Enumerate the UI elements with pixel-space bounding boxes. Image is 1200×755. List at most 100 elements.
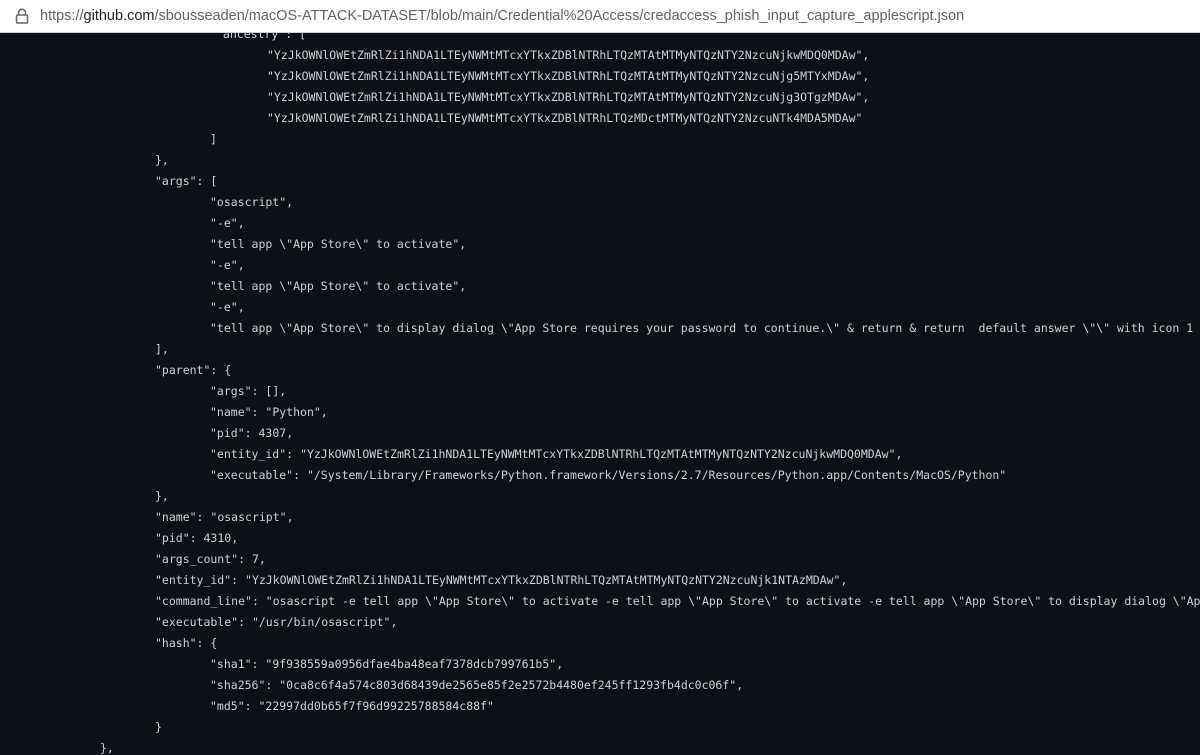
json-key: "pid" (210, 426, 245, 440)
code-line: "YzJkOWNlOWEtZmRlZi1hNDA1LTEyNWMtMTcxYTk… (267, 87, 869, 108)
json-key: "name" (210, 405, 252, 419)
json-punctuation: ], (155, 342, 169, 356)
code-line: "entity_id": "YzJkOWNlOWEtZmRlZi1hNDA1LT… (155, 570, 847, 591)
json-string: "9f938559a0956dfae4ba48eaf7378dcb799761b… (265, 657, 557, 671)
code-line: "entity_id": "YzJkOWNlOWEtZmRlZi1hNDA1LT… (210, 444, 902, 465)
code-line: "YzJkOWNlOWEtZmRlZi1hNDA1LTEyNWMtMTcxYTk… (267, 66, 869, 87)
json-string: "/usr/bin/osascript" (251, 615, 391, 629)
json-key: "executable" (155, 615, 239, 629)
code-line: "ancestry": [ (216, 33, 306, 45)
code-line: "-e", (210, 213, 245, 234)
json-key: "pid" (155, 531, 190, 545)
json-punctuation: : (231, 573, 246, 587)
code-line: } (155, 717, 162, 738)
code-line: "sha256": "0ca8c6f4a574c803d68439de2565e… (210, 675, 743, 696)
code-line: "YzJkOWNlOWEtZmRlZi1hNDA1LTEyNWMtMTcxYTk… (267, 108, 862, 129)
code-line: }, (155, 486, 169, 507)
json-key: "sha1" (210, 657, 252, 671)
code-line: }, (100, 738, 114, 755)
json-punctuation: , (320, 405, 328, 419)
json-key: "parent" (155, 363, 211, 377)
json-punctuation: }, (155, 153, 169, 167)
code-line: ] (210, 129, 217, 150)
json-string: "tell app \"App Store\" to activate", (210, 279, 467, 293)
code-line: "sha1": "9f938559a0956dfae4ba48eaf7378dc… (210, 654, 563, 675)
code-line: "pid": 4310, (155, 528, 238, 549)
json-string: "-e", (210, 216, 245, 230)
json-key: "md5" (210, 699, 245, 713)
json-punctuation: "ancestry": [ (216, 33, 307, 41)
code-line: "tell app \"App Store\" to activate", (210, 276, 466, 297)
code-line: "executable": "/System/Library/Framework… (210, 465, 1006, 486)
json-string: "tell app \"App Store\" to display dialo… (210, 321, 1194, 335)
url-host: github.com (83, 8, 155, 24)
json-key: "name" (155, 510, 197, 524)
json-punctuation: : (196, 510, 211, 524)
json-punctuation: , (286, 426, 294, 440)
url-text[interactable]: https://github.com/sbousseaden/macOS-ATT… (40, 0, 964, 33)
code-line: "executable": "/usr/bin/osascript", (155, 612, 397, 633)
address-bar[interactable]: https://github.com/sbousseaden/macOS-ATT… (0, 0, 1200, 33)
code-line: "name": "Python", (210, 402, 328, 423)
json-key: "args" (155, 174, 197, 188)
json-number: 4307 (258, 426, 287, 440)
code-line: "parent": { (155, 360, 231, 381)
code-line: "name": "osascript", (155, 507, 294, 528)
code-line: "hash": { (155, 633, 217, 654)
code-line: "YzJkOWNlOWEtZmRlZi1hNDA1LTEyNWMtMTcxYTk… (267, 45, 869, 66)
json-punctuation: : [ (196, 174, 218, 188)
json-punctuation: , (736, 678, 744, 692)
json-key: "executable" (210, 468, 294, 482)
code-viewer: "ancestry": [ "YzJkOWNlOWEtZmRlZi1hNDA1LT… (0, 33, 1200, 755)
json-number: 7 (251, 552, 259, 566)
json-key: "entity_id" (210, 447, 287, 461)
json-punctuation: }, (155, 489, 169, 503)
url-scheme: https:// (40, 8, 84, 24)
json-key: "command_line" (155, 594, 252, 608)
code-line: ], (155, 339, 169, 360)
json-punctuation: : (238, 615, 252, 629)
code-line: "md5": "22997dd0b65f7f96d99225788584c88f… (210, 696, 494, 717)
code-line: "args": [ (155, 171, 217, 192)
code-line: "tell app \"App Store\" to activate", (210, 234, 466, 255)
code-line: "-e", (210, 255, 245, 276)
json-number: 4310 (203, 531, 232, 545)
json-punctuation: , (895, 447, 903, 461)
json-punctuation: : (251, 594, 266, 608)
json-string: "-e", (210, 300, 245, 314)
url-path: /sbousseaden/macOS-ATTACK-DATASET/blob/m… (154, 8, 965, 24)
json-punctuation: }, (100, 741, 114, 755)
json-string: "0ca8c6f4a574c803d68439de2565e85f2e2572b… (279, 678, 737, 692)
json-string: "YzJkOWNlOWEtZmRlZi1hNDA1LTEyNWMtMTcxYTk… (245, 573, 841, 587)
json-string: "tell app \"App Store\" to activate", (210, 237, 467, 251)
code-line: "pid": 4307, (210, 423, 293, 444)
json-punctuation: : (238, 552, 252, 566)
json-punctuation: : { (196, 636, 218, 650)
json-string: "/System/Library/Frameworks/Python.frame… (306, 468, 1007, 482)
json-string: "-e", (210, 258, 245, 272)
json-string: "22997dd0b65f7f96d99225788584c88f" (258, 699, 494, 713)
code-line: "tell app \"App Store\" to display dialo… (210, 318, 1193, 339)
code-line: "-e", (210, 297, 245, 318)
json-string: "osascript", (210, 195, 294, 209)
json-string: "Python" (265, 405, 321, 419)
json-string: "YzJkOWNlOWEtZmRlZi1hNDA1LTEyNWMtMTcxYTk… (267, 48, 870, 62)
json-punctuation: : (251, 405, 266, 419)
json-string: "osascript" (210, 510, 287, 524)
json-punctuation: , (840, 573, 848, 587)
code-line: "args": [], (210, 381, 286, 402)
json-string: "YzJkOWNlOWEtZmRlZi1hNDA1LTEyNWMtMTcxYTk… (300, 447, 896, 461)
json-punctuation: : (244, 426, 259, 440)
json-string: "YzJkOWNlOWEtZmRlZi1hNDA1LTEyNWMtMTcxYTk… (267, 111, 863, 125)
json-punctuation: , (390, 615, 398, 629)
code-line: }, (155, 150, 169, 171)
json-punctuation: : (251, 657, 266, 671)
json-punctuation: , (258, 552, 266, 566)
json-punctuation: , (231, 531, 239, 545)
json-punctuation: : (286, 447, 301, 461)
json-key: "args_count" (155, 552, 239, 566)
json-key: "entity_id" (155, 573, 232, 587)
code-line: "args_count": 7, (155, 549, 266, 570)
json-punctuation: } (155, 720, 162, 734)
json-punctuation: : (293, 468, 307, 482)
